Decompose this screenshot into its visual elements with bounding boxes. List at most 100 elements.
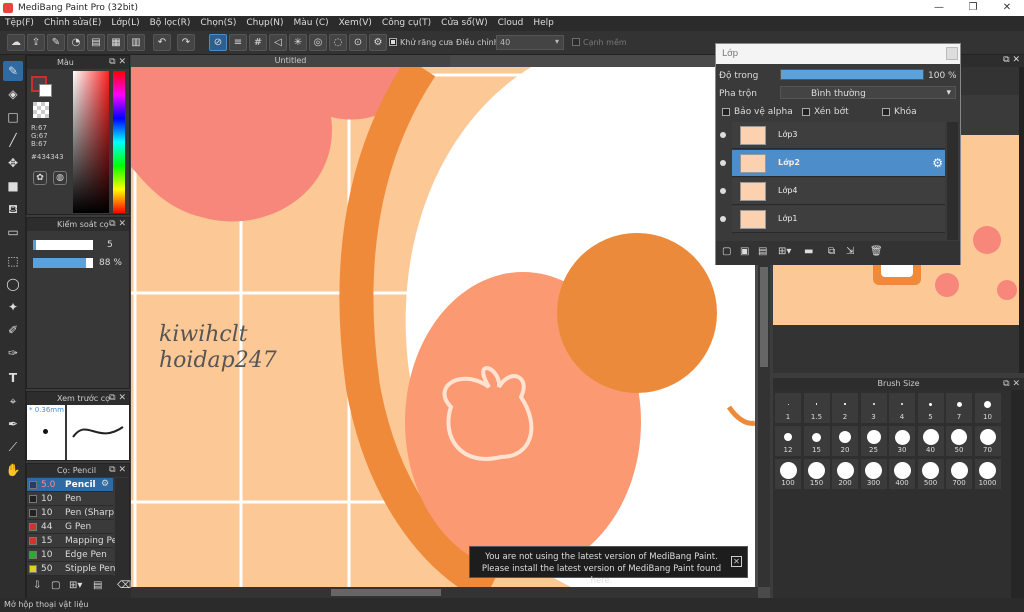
move-tool-icon[interactable]: ✥ [3, 153, 23, 173]
brush-size-slider[interactable] [33, 240, 93, 250]
clipping-checkbox[interactable] [802, 108, 810, 116]
panel-close-icon[interactable]: ⧉ ✕ [109, 465, 126, 475]
menu-edit[interactable]: Chỉnh sửa(E) [39, 16, 106, 31]
brush-list-item[interactable]: 15 Mapping Pen [27, 534, 123, 548]
speech-bubble-icon[interactable]: ◔ [67, 34, 85, 51]
brush-size-preset[interactable]: 30 [889, 426, 915, 456]
layer-panel-title-bar[interactable]: Lớp [716, 44, 960, 64]
shape-tool-icon[interactable]: □ [3, 107, 23, 127]
parallel-snap-icon[interactable]: ≡ [229, 34, 247, 51]
select-tool-icon[interactable]: ⬚ [3, 251, 23, 271]
page-icon[interactable]: ▤ [87, 34, 105, 51]
vanishing-point-icon[interactable]: ◁ [269, 34, 287, 51]
new-1bit-layer-icon[interactable]: ▤ [758, 246, 767, 257]
snap-off-icon[interactable]: ⊘ [209, 34, 227, 51]
new-layer-icon[interactable]: ▢ [722, 246, 731, 257]
menu-tools[interactable]: Công cụ(T) [377, 16, 436, 31]
brush-size-preset[interactable]: 3 [860, 393, 887, 423]
curve-snap-icon[interactable]: ◌ [329, 34, 347, 51]
layer-row[interactable]: Lớp2 ⚙ [720, 150, 945, 177]
brush-size-preset[interactable]: 4 [889, 393, 915, 423]
redo-icon[interactable]: ↷ [177, 34, 195, 51]
close-icon[interactable] [946, 47, 958, 60]
add-layer-menu-icon[interactable]: ⊞▾ [778, 246, 791, 257]
pipette-tool-icon[interactable]: ⟋ [3, 437, 23, 457]
layer-row[interactable]: Lớp1 [720, 206, 945, 233]
brush-size-preset[interactable]: 5 [917, 393, 944, 423]
magic-wand-icon[interactable]: ✦ [3, 297, 23, 317]
bucket-tool-icon[interactable]: ⛾ [3, 199, 23, 219]
secondary-color-swatch[interactable] [39, 84, 52, 97]
brush-size-preset[interactable]: 400 [889, 459, 915, 489]
comment-icon[interactable]: ✎ [47, 34, 65, 51]
brush-list-item[interactable]: 5.0 Pencil ⚙ [27, 478, 113, 492]
brush-list-item[interactable]: 50 Stipple Pen [27, 562, 115, 576]
brush-list-scrollbar[interactable] [115, 478, 129, 576]
gear-icon[interactable]: ⚙ [932, 156, 943, 170]
artwork-canvas[interactable]: kiwihclt hoidap247 [131, 67, 755, 587]
select-pen-icon[interactable]: ✐ [3, 320, 23, 340]
menu-view[interactable]: Xem(V) [334, 16, 377, 31]
palette-icon[interactable]: ✿ [33, 171, 47, 185]
menu-window[interactable]: Cửa sổ(W) [436, 16, 492, 31]
brush-size-preset[interactable]: 150 [803, 459, 830, 489]
panel-close-icon[interactable]: ⧉ ✕ [109, 219, 126, 229]
hue-slider[interactable] [113, 71, 125, 213]
undo-icon[interactable]: ↶ [153, 34, 171, 51]
brush-size-preset[interactable]: 10 [974, 393, 1001, 423]
antialias-checkbox[interactable] [389, 38, 397, 46]
lock-checkbox[interactable] [882, 108, 890, 116]
brush-size-preset[interactable]: 15 [803, 426, 830, 456]
color-wheel-icon[interactable]: ◍ [53, 171, 67, 185]
brush-list-item[interactable]: 10 Pen (Sharp) [27, 506, 118, 520]
divide-tool-icon[interactable]: ⌖ [3, 391, 23, 411]
visibility-icon[interactable] [720, 160, 726, 166]
brush-size-preset[interactable]: 200 [832, 459, 858, 489]
brush-list-item[interactable]: 44 G Pen [27, 520, 113, 534]
layer-list-scrollbar[interactable] [947, 122, 958, 240]
brush-settings-icon[interactable]: ▤ [93, 580, 102, 591]
close-icon[interactable]: ✕ [731, 556, 742, 567]
cloud-icon[interactable]: ☁ [7, 34, 25, 51]
delete-brush-icon[interactable]: ⌫ [117, 580, 131, 591]
brush-size-preset[interactable]: 1 [775, 393, 801, 423]
snap-settings-icon[interactable]: ⚙ [369, 34, 387, 51]
horizontal-scrollbar[interactable] [131, 587, 758, 598]
menu-select[interactable]: Chọn(S) [195, 16, 241, 31]
minimize-button[interactable]: — [924, 0, 954, 16]
trash-icon[interactable]: 🗑 [870, 246, 883, 257]
visibility-icon[interactable] [720, 216, 726, 222]
panel-close-icon[interactable]: ⧉ ✕ [1003, 378, 1020, 390]
fill-rect-tool-icon[interactable]: ■ [3, 176, 23, 196]
merge-layer-icon[interactable]: ⇲ [846, 246, 854, 257]
radial-snap-icon[interactable]: ✳ [289, 34, 307, 51]
gear-icon[interactable]: ⚙ [101, 479, 109, 489]
canvas-area[interactable]: Untitled kiwihclt hoidap247 [131, 55, 770, 598]
brush-list-item[interactable]: 10 Pen [27, 492, 113, 506]
cross-snap-icon[interactable]: # [249, 34, 267, 51]
brush-size-preset[interactable]: 100 [775, 459, 801, 489]
panel-close-icon[interactable]: ⧉ ✕ [109, 393, 126, 403]
brush-tool-icon[interactable]: ✎ [3, 61, 23, 81]
layout-icon[interactable]: ▥ [127, 34, 145, 51]
menu-color[interactable]: Màu (C) [289, 16, 334, 31]
brush-size-preset[interactable]: 1000 [974, 459, 1001, 489]
menu-capture[interactable]: Chụp(N) [241, 16, 288, 31]
circle-snap-icon[interactable]: ◎ [309, 34, 327, 51]
update-notice[interactable]: You are not using the latest version of … [469, 546, 748, 586]
brush-opacity-slider[interactable] [33, 258, 93, 268]
maximize-button[interactable]: ❐ [958, 0, 988, 16]
menu-help[interactable]: Help [528, 16, 559, 31]
layer-row[interactable]: Lớp4 [720, 178, 945, 205]
brush-size-preset[interactable]: 300 [860, 459, 887, 489]
menu-layer[interactable]: Lớp(L) [106, 16, 144, 31]
document-tab[interactable]: Untitled [131, 55, 450, 67]
duplicate-layer-icon[interactable]: ⧉ [828, 246, 835, 257]
text-tool-icon[interactable]: T [3, 368, 23, 388]
brush-size-preset[interactable]: 2 [832, 393, 858, 423]
menu-cloud[interactable]: Cloud [493, 16, 529, 31]
gradient-tool-icon[interactable]: ▭ [3, 222, 23, 242]
brush-size-preset[interactable]: 7 [946, 393, 972, 423]
brush-size-preset[interactable]: 20 [832, 426, 858, 456]
soft-edge-checkbox[interactable] [572, 38, 580, 46]
